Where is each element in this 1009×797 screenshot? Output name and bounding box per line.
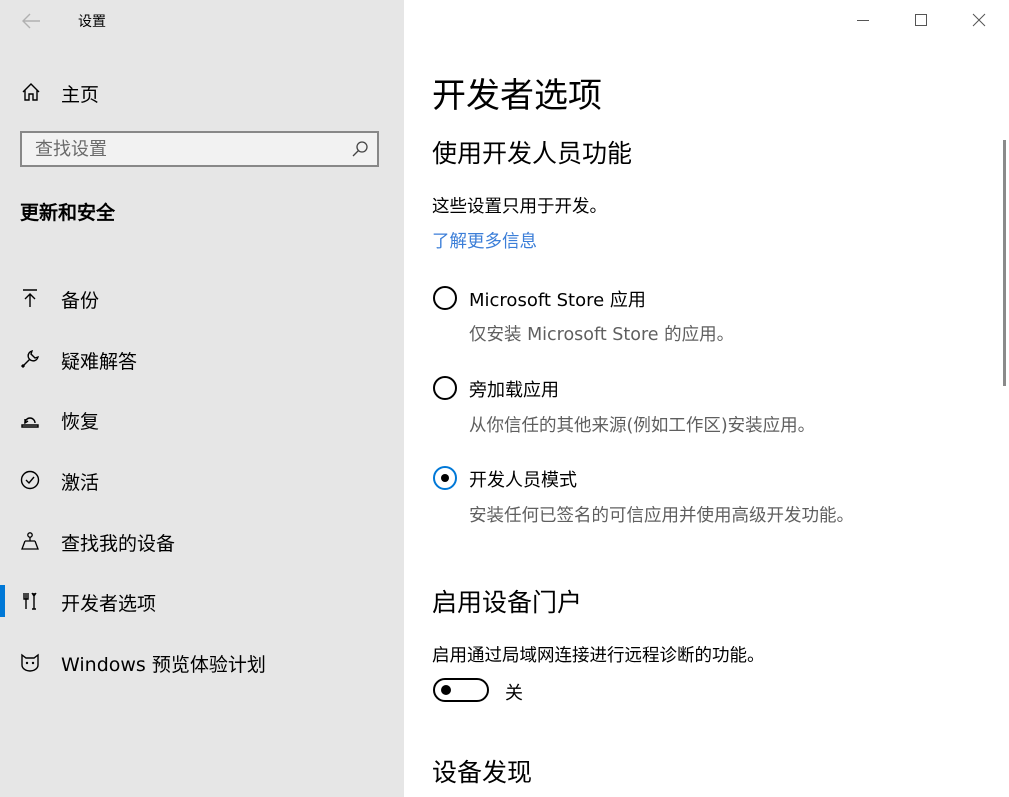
- dev-features-description: 这些设置只用于开发。: [432, 197, 607, 217]
- home-icon: [22, 83, 40, 101]
- sidebar-home-label: 主页: [61, 84, 100, 106]
- sidebar-item-label: Windows 预览体验计划: [61, 654, 266, 676]
- radio-label: 开发人员模式: [469, 470, 577, 491]
- sidebar-item-label: 疑难解答: [61, 351, 138, 373]
- sidebar-item-backup[interactable]: 备份: [0, 276, 404, 320]
- scrollbar[interactable]: [1003, 140, 1006, 386]
- sidebar-item-label: 备份: [61, 290, 100, 312]
- device-portal-toggle[interactable]: [433, 678, 489, 702]
- maximize-button[interactable]: [898, 6, 944, 34]
- sidebar: 设置 主页 更新和安全 备份 疑难解答 恢复: [0, 0, 404, 797]
- find-device-icon: [21, 532, 39, 550]
- radio-label: Microsoft Store 应用: [469, 290, 646, 311]
- sidebar-home[interactable]: 主页: [0, 72, 404, 112]
- radio-description: 仅安装 Microsoft Store 的应用。: [469, 325, 735, 345]
- radio-button[interactable]: [433, 376, 457, 400]
- radio-description: 安装任何已签名的可信应用并使用高级开发功能。: [469, 506, 854, 526]
- sidebar-item-troubleshoot[interactable]: 疑难解答: [0, 337, 404, 381]
- close-icon: [972, 13, 986, 27]
- check-circle-icon: [20, 470, 40, 490]
- selected-indicator: [0, 585, 5, 617]
- toggle-state-label: 关: [505, 683, 523, 704]
- sidebar-item-label: 恢复: [61, 411, 100, 433]
- backup-arrow-icon: [23, 289, 37, 307]
- section-title: 更新和安全: [20, 202, 116, 224]
- radio-label: 旁加载应用: [469, 380, 559, 401]
- recovery-icon: [21, 417, 39, 428]
- radio-developer-mode[interactable]: 开发人员模式: [432, 464, 932, 492]
- sidebar-item-label: 开发者选项: [61, 593, 157, 615]
- sidebar-item-find-device[interactable]: 查找我的设备: [0, 519, 404, 563]
- dev-features-heading: 使用开发人员功能: [432, 139, 633, 168]
- back-button[interactable]: [14, 8, 48, 34]
- window-title: 设置: [78, 14, 106, 30]
- device-portal-heading: 启用设备门户: [432, 588, 583, 617]
- device-discovery-heading: 设备发现: [432, 758, 533, 787]
- insider-cat-icon: [21, 653, 39, 672]
- sidebar-item-label: 激活: [61, 472, 100, 494]
- radio-sideload-apps[interactable]: 旁加载应用: [432, 374, 932, 402]
- sidebar-item-developer-options[interactable]: 开发者选项: [0, 579, 404, 623]
- developer-tools-icon: [23, 592, 37, 610]
- search-input[interactable]: [22, 133, 355, 165]
- search-icon[interactable]: [351, 140, 369, 158]
- sidebar-item-insider[interactable]: Windows 预览体验计划: [0, 640, 404, 684]
- maximize-icon: [915, 14, 927, 26]
- minimize-button[interactable]: [840, 6, 886, 34]
- device-portal-description: 启用通过局域网连接进行远程诊断的功能。: [432, 646, 765, 666]
- sidebar-item-label: 查找我的设备: [61, 533, 176, 555]
- radio-store-apps[interactable]: Microsoft Store 应用: [432, 284, 932, 312]
- toggle-knob: [441, 685, 451, 695]
- radio-description: 从你信任的其他来源(例如工作区)安装应用。: [469, 416, 816, 436]
- radio-button-checked[interactable]: [433, 466, 457, 490]
- sidebar-item-activation[interactable]: 激活: [0, 458, 404, 502]
- search-box: [20, 131, 379, 167]
- page-title: 开发者选项: [432, 76, 602, 116]
- back-arrow-icon: [22, 13, 40, 29]
- wrench-icon: [20, 350, 39, 369]
- learn-more-link[interactable]: 了解更多信息: [432, 228, 537, 253]
- minimize-icon: [857, 20, 869, 21]
- radio-button[interactable]: [433, 286, 457, 310]
- close-button[interactable]: [956, 6, 1002, 34]
- sidebar-item-recovery[interactable]: 恢复: [0, 397, 404, 441]
